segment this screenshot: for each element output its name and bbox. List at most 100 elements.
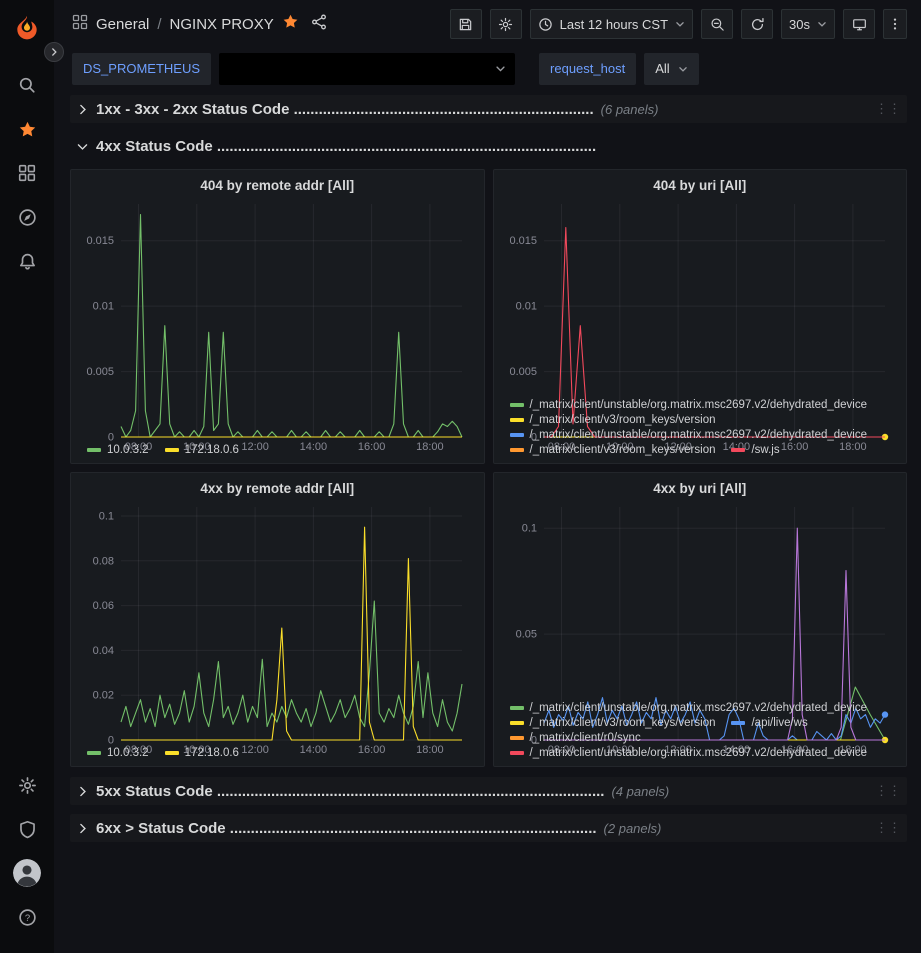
- legend-item[interactable]: /_matrix/client/v3/room_keys/version: [510, 444, 716, 456]
- favorite-star-icon[interactable]: [282, 13, 299, 35]
- legend-item[interactable]: 10.0.3.2: [87, 444, 149, 456]
- sidebar-item-starred[interactable]: [7, 107, 47, 151]
- legend-item[interactable]: /sw.js: [731, 444, 779, 456]
- sidebar-item-profile[interactable]: [7, 851, 47, 895]
- legend: /_matrix/client/unstable/org.matrix.msc2…: [502, 700, 899, 761]
- refresh-interval-label: 30s: [789, 17, 810, 32]
- row-panel-count: (6 panels): [601, 102, 659, 117]
- row-1xx-3xx-2xx[interactable]: 1xx - 3xx - 2xx Status Code ............…: [70, 95, 907, 123]
- kebab-menu-button[interactable]: [883, 9, 907, 39]
- legend-label: 172.18.0.6: [185, 747, 239, 759]
- dashboard-body: 1xx - 3xx - 2xx Status Code ............…: [54, 95, 921, 953]
- sidebar-item-help[interactable]: ?: [7, 895, 47, 939]
- legend-item[interactable]: /_matrix/client/r0/sync: [510, 732, 641, 744]
- legend-item[interactable]: /_matrix/client/unstable/org.matrix.msc2…: [510, 399, 868, 411]
- panel-title[interactable]: 4xx by uri [All]: [502, 477, 899, 500]
- legend-swatch: [510, 433, 524, 437]
- legend-label: /_matrix/client/v3/room_keys/version: [530, 717, 716, 729]
- legend-item[interactable]: 10.0.3.2: [87, 747, 149, 759]
- time-series-chart[interactable]: 08:0010:0012:0014:0016:0018:0000.0050.01…: [79, 197, 476, 442]
- panel-title[interactable]: 404 by uri [All]: [502, 174, 899, 197]
- request-host-select[interactable]: All: [644, 53, 698, 85]
- chevron-right-icon: [76, 785, 89, 798]
- request-host-variable-label: request_host: [539, 53, 636, 85]
- legend-swatch: [510, 706, 524, 710]
- share-icon[interactable]: [311, 14, 327, 35]
- time-series-chart[interactable]: 08:0010:0012:0014:0016:0018:0000.0050.01…: [502, 197, 899, 397]
- avatar: [13, 859, 41, 887]
- svg-text:0.005: 0.005: [86, 366, 114, 378]
- sidebar-item-alerting[interactable]: [7, 239, 47, 283]
- sidebar-item-search[interactable]: [7, 63, 47, 107]
- legend-item[interactable]: /_matrix/client/unstable/org.matrix.msc2…: [510, 747, 868, 759]
- sidebar-item-configuration[interactable]: [7, 763, 47, 807]
- legend-swatch: [510, 751, 524, 755]
- sidebar: ?: [0, 0, 54, 953]
- legend-item[interactable]: 172.18.0.6: [165, 444, 239, 456]
- svg-text:?: ?: [24, 913, 29, 924]
- datasource-variable-label: DS_PROMETHEUS: [72, 53, 211, 85]
- sidebar-item-dashboards[interactable]: [7, 151, 47, 195]
- legend-item[interactable]: /_matrix/client/unstable/org.matrix.msc2…: [510, 702, 868, 714]
- variables-bar: DS_PROMETHEUS request_host All: [54, 48, 921, 95]
- svg-text:0.1: 0.1: [99, 511, 114, 523]
- legend-item[interactable]: 172.18.0.6: [165, 747, 239, 759]
- host-select-input[interactable]: [219, 53, 515, 85]
- legend: /_matrix/client/unstable/org.matrix.msc2…: [502, 397, 899, 458]
- chevron-down-icon: [76, 140, 89, 153]
- breadcrumb-dashboard-title[interactable]: NGINX PROXY: [170, 16, 274, 33]
- row-panel-count: (2 panels): [604, 821, 662, 836]
- legend-item[interactable]: /_matrix/client/v3/room_keys/version: [510, 414, 716, 426]
- legend-label: /_matrix/client/unstable/org.matrix.msc2…: [530, 429, 868, 441]
- row-drag-handle[interactable]: ⋮⋮: [875, 820, 901, 836]
- sidebar-item-server-admin[interactable]: [7, 807, 47, 851]
- breadcrumb-section[interactable]: General: [96, 16, 149, 33]
- legend-item[interactable]: /_matrix/client/v3/room_keys/version: [510, 717, 716, 729]
- row-title: 1xx - 3xx - 2xx Status Code ............…: [96, 101, 594, 118]
- time-range-picker[interactable]: Last 12 hours CST: [530, 9, 693, 39]
- svg-text:0.02: 0.02: [93, 690, 114, 702]
- sidebar-expand-button[interactable]: [44, 42, 64, 62]
- grafana-app: ? General / NGINX PROXY: [0, 0, 921, 953]
- time-series-chart[interactable]: 08:0010:0012:0014:0016:0018:0000.050.1: [502, 500, 899, 700]
- save-dashboard-button[interactable]: [450, 9, 482, 39]
- chevron-right-icon: [76, 103, 89, 116]
- dashboard-settings-button[interactable]: [490, 9, 522, 39]
- row-6xx[interactable]: 6xx > Status Code ......................…: [70, 814, 907, 842]
- legend-swatch: [510, 418, 524, 422]
- time-range-label: Last 12 hours CST: [560, 17, 668, 32]
- panel-4xx-by-remote-addr: 4xx by remote addr [All] 08:0010:0012:00…: [70, 472, 485, 767]
- legend-swatch: [510, 721, 524, 725]
- row-drag-handle[interactable]: ⋮⋮: [875, 101, 901, 117]
- legend: 10.0.3.2 172.18.0.6: [79, 442, 476, 458]
- panel-title[interactable]: 404 by remote addr [All]: [79, 174, 476, 197]
- legend-item[interactable]: /_matrix/client/unstable/org.matrix.msc2…: [510, 429, 868, 441]
- legend-label: /sw.js: [751, 444, 779, 456]
- grafana-logo-icon[interactable]: [13, 14, 41, 47]
- legend-swatch: [731, 721, 745, 725]
- row-title: 6xx > Status Code ......................…: [96, 820, 597, 837]
- refresh-interval-select[interactable]: 30s: [781, 9, 835, 39]
- sidebar-item-explore[interactable]: [7, 195, 47, 239]
- svg-text:0.06: 0.06: [93, 600, 114, 612]
- legend-label: /_matrix/client/unstable/org.matrix.msc2…: [530, 702, 868, 714]
- row-5xx[interactable]: 5xx Status Code ........................…: [70, 777, 907, 805]
- legend-swatch: [731, 448, 745, 452]
- legend-item[interactable]: /api/live/ws: [731, 717, 807, 729]
- panel-title[interactable]: 4xx by remote addr [All]: [79, 477, 476, 500]
- time-series-chart[interactable]: 08:0010:0012:0014:0016:0018:0000.020.040…: [79, 500, 476, 745]
- row-panel-count: (4 panels): [611, 784, 669, 799]
- legend-label: 10.0.3.2: [107, 444, 149, 456]
- legend-label: /_matrix/client/v3/room_keys/version: [530, 414, 716, 426]
- apps-grid-icon: [72, 14, 88, 35]
- tv-mode-button[interactable]: [843, 9, 875, 39]
- svg-text:0.015: 0.015: [509, 235, 537, 247]
- refresh-button[interactable]: [741, 9, 773, 39]
- row-drag-handle[interactable]: ⋮⋮: [875, 783, 901, 799]
- legend-swatch: [165, 448, 179, 452]
- panel-4xx-by-uri: 4xx by uri [All] 08:0010:0012:0014:0016:…: [493, 472, 908, 767]
- svg-text:0.08: 0.08: [93, 555, 114, 567]
- legend-label: /_matrix/client/unstable/org.matrix.msc2…: [530, 399, 868, 411]
- zoom-out-button[interactable]: [701, 9, 733, 39]
- row-4xx[interactable]: 4xx Status Code ........................…: [70, 132, 907, 160]
